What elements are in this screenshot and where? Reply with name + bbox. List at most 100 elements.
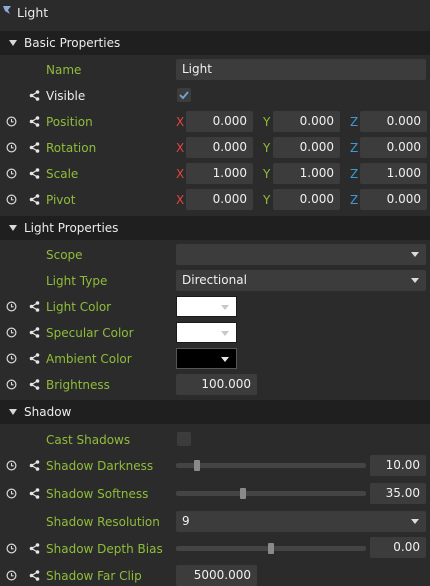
axis-z-label: Z	[350, 193, 359, 207]
shadow-darkness-label: Shadow Darkness	[46, 459, 154, 473]
axis-z-label: Z	[350, 141, 359, 155]
share-icon[interactable]	[29, 379, 40, 390]
panel-header	[0, 0, 430, 26]
share-icon[interactable]	[29, 327, 40, 338]
position-y-field[interactable]: 0.000	[273, 111, 340, 132]
pivot-label: Pivot	[46, 193, 76, 207]
axis-z-label: Z	[350, 167, 359, 181]
scale-z-field[interactable]: 1.000	[360, 163, 427, 184]
shadow-softness-label: Shadow Softness	[46, 487, 149, 501]
rotation-z-field[interactable]: 0.000	[360, 137, 427, 158]
chevron-down-icon	[221, 331, 229, 336]
name-label: Name	[46, 63, 82, 77]
share-icon[interactable]	[29, 142, 40, 153]
axis-x-label: X	[176, 141, 185, 155]
clock-icon[interactable]	[6, 353, 17, 364]
light-color-swatch[interactable]	[176, 296, 237, 317]
specular-color-label: Specular Color	[46, 326, 134, 340]
name-field[interactable]: Light	[176, 59, 426, 80]
position-z-field[interactable]: 0.000	[360, 111, 427, 132]
clock-icon[interactable]	[6, 460, 17, 471]
section-title: Light Properties	[24, 221, 119, 235]
shadow-softness-slider[interactable]	[176, 488, 366, 499]
light-icon	[3, 6, 11, 14]
shadow-darkness-slider[interactable]	[176, 460, 366, 471]
slider-thumb[interactable]	[268, 543, 274, 554]
share-icon[interactable]	[29, 353, 40, 364]
check-icon	[179, 91, 189, 100]
share-icon[interactable]	[29, 168, 40, 179]
chevron-down-icon	[221, 305, 229, 310]
clock-icon[interactable]	[6, 543, 17, 554]
clock-icon[interactable]	[6, 168, 17, 179]
section-light-properties[interactable]: Light Properties	[0, 216, 430, 240]
axis-y-label: Y	[263, 115, 271, 129]
share-icon[interactable]	[29, 90, 40, 101]
cast-shadows-checkbox[interactable]	[177, 432, 191, 446]
collapse-arrow-icon[interactable]	[9, 409, 17, 415]
visible-label: Visible	[46, 89, 86, 103]
clock-icon[interactable]	[6, 379, 17, 390]
light-type-value: Directional	[182, 273, 247, 287]
shadow-depth-bias-field[interactable]: 0.00	[370, 537, 426, 558]
scope-dropdown[interactable]	[176, 244, 426, 265]
clock-icon[interactable]	[6, 570, 17, 581]
clock-icon[interactable]	[6, 194, 17, 205]
section-basic-properties[interactable]: Basic Properties	[0, 31, 430, 55]
share-icon[interactable]	[29, 570, 40, 581]
chevron-down-icon	[411, 252, 419, 257]
clock-icon[interactable]	[6, 327, 17, 338]
axis-y-label: Y	[263, 193, 271, 207]
share-icon[interactable]	[29, 543, 40, 554]
clock-icon[interactable]	[6, 142, 17, 153]
axis-y-label: Y	[263, 141, 271, 155]
brightness-field[interactable]: 100.000	[176, 374, 257, 395]
shadow-far-clip-label: Shadow Far Clip	[46, 569, 142, 583]
position-x-field[interactable]: 0.000	[186, 111, 253, 132]
slider-thumb[interactable]	[240, 488, 246, 499]
ambient-color-label: Ambient Color	[46, 352, 132, 366]
share-icon[interactable]	[29, 116, 40, 127]
collapse-arrow-icon[interactable]	[9, 225, 17, 231]
cast-shadows-label: Cast Shadows	[46, 433, 131, 447]
axis-y-label: Y	[263, 167, 271, 181]
shadow-depth-bias-slider[interactable]	[176, 543, 366, 554]
slider-thumb[interactable]	[194, 460, 200, 471]
ambient-color-swatch[interactable]	[176, 348, 237, 369]
chevron-down-icon	[221, 357, 229, 362]
scope-label: Scope	[46, 248, 83, 262]
pivot-y-field[interactable]: 0.000	[273, 189, 340, 210]
scale-x-field[interactable]: 1.000	[186, 163, 253, 184]
pivot-x-field[interactable]: 0.000	[186, 189, 253, 210]
scale-label: Scale	[46, 167, 79, 181]
share-icon[interactable]	[29, 194, 40, 205]
section-title: Basic Properties	[24, 36, 121, 50]
clock-icon[interactable]	[6, 116, 17, 127]
share-icon[interactable]	[29, 460, 40, 471]
share-icon[interactable]	[29, 488, 40, 499]
clock-icon[interactable]	[6, 301, 17, 312]
clock-icon[interactable]	[6, 488, 17, 499]
shadow-resolution-label: Shadow Resolution	[46, 515, 160, 529]
shadow-far-clip-field[interactable]: 5000.000	[176, 565, 257, 586]
scale-y-field[interactable]: 1.000	[273, 163, 340, 184]
shadow-softness-field[interactable]: 35.00	[370, 483, 426, 504]
shadow-resolution-dropdown[interactable]: 9	[176, 511, 426, 532]
rotation-y-field[interactable]: 0.000	[273, 137, 340, 158]
light-type-dropdown[interactable]: Directional	[176, 270, 426, 291]
position-label: Position	[46, 115, 93, 129]
collapse-arrow-icon[interactable]	[9, 40, 17, 46]
axis-x-label: X	[176, 115, 185, 129]
light-color-label: Light Color	[46, 300, 112, 314]
share-icon[interactable]	[29, 301, 40, 312]
visible-checkbox[interactable]	[177, 88, 191, 102]
pivot-z-field[interactable]: 0.000	[360, 189, 427, 210]
section-shadow[interactable]: Shadow	[0, 400, 430, 424]
shadow-depth-bias-label: Shadow Depth Bias	[46, 542, 163, 556]
specular-color-swatch[interactable]	[176, 322, 237, 343]
axis-x-label: X	[176, 167, 185, 181]
rotation-x-field[interactable]: 0.000	[186, 137, 253, 158]
chevron-down-icon	[411, 519, 419, 524]
shadow-darkness-field[interactable]: 10.00	[370, 455, 426, 476]
chevron-down-icon	[411, 278, 419, 283]
